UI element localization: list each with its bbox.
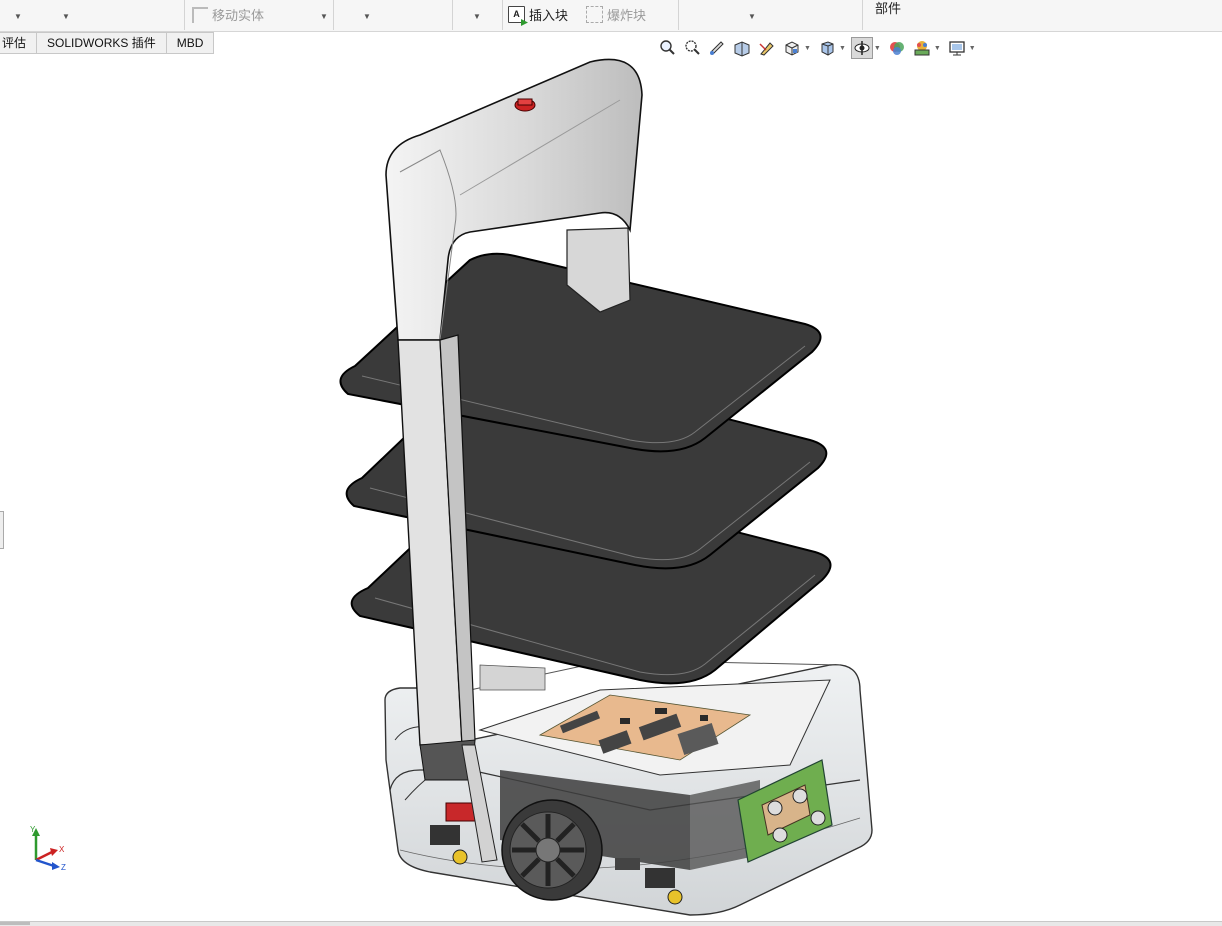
triad-x-label: X bbox=[59, 845, 65, 854]
red-battery-block bbox=[445, 802, 477, 822]
robot-cart-model[interactable] bbox=[0, 0, 1222, 925]
triad-z-label: Z bbox=[61, 863, 66, 872]
coordinate-triad: Y X Z bbox=[30, 825, 66, 872]
drive-wheel bbox=[501, 799, 603, 901]
horizontal-scrollbar[interactable] bbox=[0, 921, 1222, 926]
triad-y-label: Y bbox=[30, 825, 36, 834]
